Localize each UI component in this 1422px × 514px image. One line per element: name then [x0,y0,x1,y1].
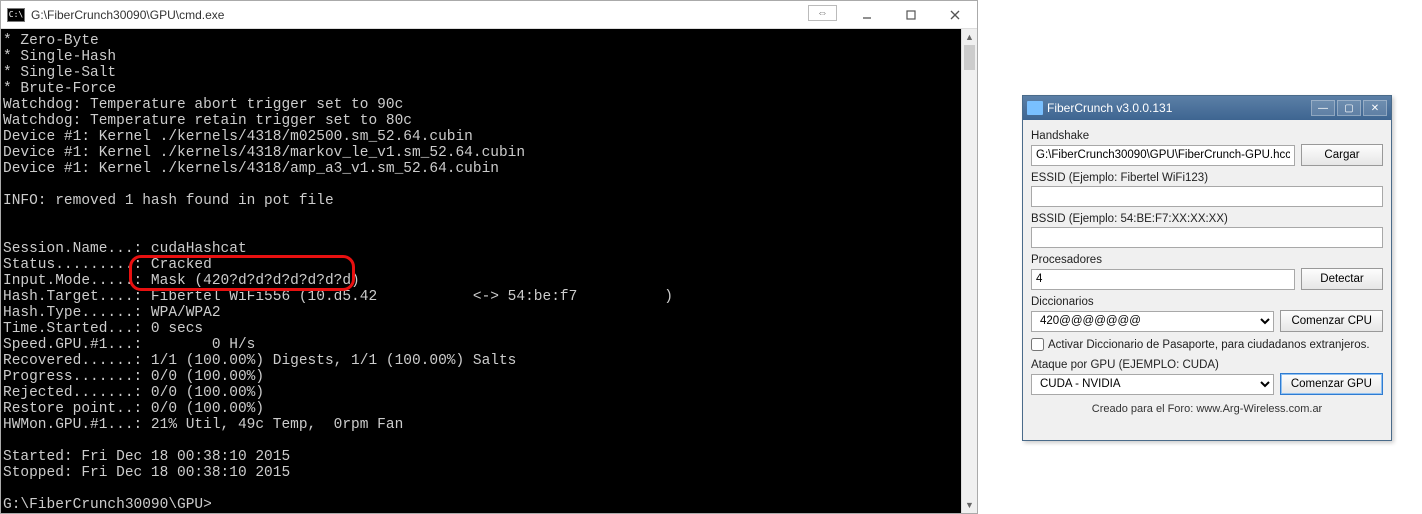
essid-label: ESSID (Ejemplo: Fibertel WiFi123) [1031,172,1383,184]
app-icon [1027,101,1043,115]
cmd-titlebar[interactable]: C:\ G:\FiberCrunch30090\GPU\cmd.exe ⇔ [1,1,977,29]
detectar-button[interactable]: Detectar [1301,268,1383,290]
minimize-button[interactable] [845,2,889,28]
procesadores-label: Procesadores [1031,254,1383,266]
essid-input[interactable] [1031,186,1383,207]
passport-checkbox-label: Activar Diccionario de Pasaporte, para c… [1048,339,1370,351]
cmd-window: C:\ G:\FiberCrunch30090\GPU\cmd.exe ⇔ * … [0,0,978,514]
passport-checkbox[interactable] [1031,338,1044,351]
fibercrunch-dialog: FiberCrunch v3.0.0.131 — ▢ ✕ Handshake C… [1022,95,1392,441]
gpu-label: Ataque por GPU (EJEMPLO: CUDA) [1031,359,1383,371]
comenzar-cpu-button[interactable]: Comenzar CPU [1280,310,1383,332]
gpu-select[interactable]: CUDA - NVIDIA [1031,374,1274,395]
scroll-down-arrow[interactable]: ▼ [962,497,977,513]
handshake-label: Handshake [1031,130,1383,142]
scroll-thumb[interactable] [964,45,975,70]
cargar-button[interactable]: Cargar [1301,144,1383,166]
diccionarios-label: Diccionarios [1031,296,1383,308]
close-button[interactable] [933,2,977,28]
dialog-maximize-button[interactable]: ▢ [1337,100,1361,116]
cmd-icon: C:\ [7,8,25,22]
comenzar-gpu-button[interactable]: Comenzar GPU [1280,373,1383,395]
cmd-title: G:\FiberCrunch30090\GPU\cmd.exe [31,8,845,22]
dialog-footer: Creado para el Foro: www.Arg-Wireless.co… [1031,403,1383,415]
dialog-titlebar[interactable]: FiberCrunch v3.0.0.131 — ▢ ✕ [1023,96,1391,120]
dialog-body: Handshake Cargar ESSID (Ejemplo: Fiberte… [1023,120,1391,440]
handshake-input[interactable] [1031,145,1295,166]
procesadores-input[interactable] [1031,269,1295,290]
diccionarios-select[interactable]: 420@@@@@@@ [1031,311,1274,332]
maximize-button[interactable] [889,2,933,28]
dialog-minimize-button[interactable]: — [1311,100,1335,116]
scroll-up-arrow[interactable]: ▲ [962,29,977,45]
terminal-output[interactable]: * Zero-Byte * Single-Hash * Single-Salt … [1,29,977,513]
window-controls [845,2,977,28]
scrollbar[interactable]: ▲ ▼ [961,29,977,513]
dialog-controls: — ▢ ✕ [1311,100,1387,116]
dialog-close-button[interactable]: ✕ [1363,100,1387,116]
dialog-title: FiberCrunch v3.0.0.131 [1047,101,1311,115]
resize-handle-icon[interactable]: ⇔ [808,5,837,21]
bssid-label: BSSID (Ejemplo: 54:BE:F7:XX:XX:XX) [1031,213,1383,225]
bssid-input[interactable] [1031,227,1383,248]
